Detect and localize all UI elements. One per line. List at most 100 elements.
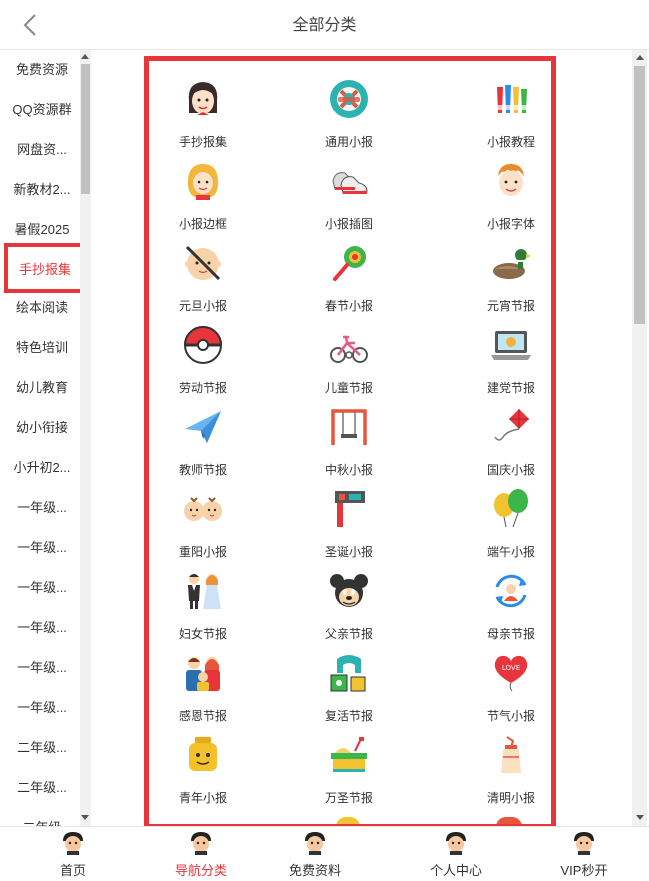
- twins-icon: [184, 497, 222, 521]
- sidebar-item[interactable]: 一年级...: [4, 528, 80, 568]
- grid-item[interactable]: 端午小报: [456, 481, 551, 563]
- sidebar-item[interactable]: 新教材2...: [4, 170, 80, 210]
- grid-item[interactable]: 国庆小报: [456, 399, 551, 481]
- grid-item-label: 春节小报: [324, 299, 373, 313]
- scroll-up-arrow-icon[interactable]: [81, 54, 89, 59]
- tab-label: VIP秒开: [560, 863, 608, 878]
- sidebar-scrollbar-thumb[interactable]: [81, 64, 90, 194]
- sidebar-item[interactable]: 一年级...: [4, 488, 80, 528]
- grid-item[interactable]: 通用小报: [294, 71, 404, 153]
- lego-head-icon: [189, 737, 217, 771]
- grid-item[interactable]: 元宵节报: [456, 235, 551, 317]
- category-sidebar: 免费资源 QQ资源群 网盘资... 新教材2... 暑假2025 手抄报集 绘本…: [0, 50, 92, 826]
- grid-item[interactable]: 复活节报: [294, 645, 404, 727]
- grid-item-label: 儿童节报: [324, 381, 373, 395]
- grid-item-label: 端午小报: [486, 545, 535, 559]
- grid-item-label: 小报边框: [178, 217, 227, 231]
- grid-item[interactable]: 小报字体: [456, 153, 551, 235]
- girl-face-icon: [188, 82, 218, 115]
- tab-navigation[interactable]: 导航分类: [146, 827, 256, 881]
- sidebar-item[interactable]: 一年级...: [4, 608, 80, 648]
- grid-item[interactable]: LOVE 节气小报: [456, 645, 551, 727]
- duck-icon: [493, 249, 531, 279]
- category-grid: 手抄报集 通用小报 小报教程 小报边框 小报插图 小报字体 元旦小报 春节小报 …: [144, 56, 556, 829]
- sidebar-item[interactable]: 幼儿教育: [4, 368, 80, 408]
- grid-item-label: 节气小报: [486, 709, 535, 723]
- tricycle-icon: [330, 335, 368, 363]
- scroll-down-arrow-icon[interactable]: [636, 815, 644, 820]
- sidebar-item[interactable]: 二年级: [4, 808, 80, 826]
- refresh-person-icon: [495, 574, 527, 608]
- grid-item[interactable]: 重阳小报: [149, 481, 258, 563]
- tab-free-materials[interactable]: 免费资料: [260, 827, 370, 881]
- sidebar-item[interactable]: 免费资源: [4, 50, 80, 90]
- grid-item-label: 清明小报: [486, 791, 535, 805]
- sidebar-item[interactable]: 一年级...: [4, 688, 80, 728]
- grid-item-label: 小报字体: [486, 217, 535, 231]
- love-balloon-icon: LOVE: [494, 655, 528, 692]
- laptop-icon: [491, 331, 531, 360]
- grid-item[interactable]: 小报教程: [456, 71, 551, 153]
- sidebar-item[interactable]: 二年级...: [4, 728, 80, 768]
- sidebar-item[interactable]: 网盘资...: [4, 130, 80, 170]
- page: 全部分类 免费资源 QQ资源群 网盘资... 新教材2... 暑假2025 手抄…: [0, 0, 649, 881]
- sidebar-item-active[interactable]: 手抄报集: [4, 243, 86, 293]
- grid-item-label: 小报教程: [486, 135, 535, 149]
- grid-item[interactable]: 青年小报: [149, 727, 258, 809]
- grid-item[interactable]: 万圣节报: [294, 727, 404, 809]
- grid-item[interactable]: 妇女节报: [149, 563, 258, 645]
- grid-item[interactable]: 小报插图: [294, 153, 404, 235]
- kite-icon: [494, 409, 529, 441]
- grid-item[interactable]: 春节小报: [294, 235, 404, 317]
- crayons-icon: [495, 85, 529, 113]
- grid-item[interactable]: 中秋小报: [294, 399, 404, 481]
- tab-profile[interactable]: 个人中心: [401, 827, 511, 881]
- grid-item[interactable]: 小报边框: [149, 153, 258, 235]
- tab-vip[interactable]: VIP秒开: [529, 827, 639, 881]
- tab-label: 免费资料: [288, 863, 341, 878]
- header: 全部分类: [0, 0, 649, 50]
- sidebar-item[interactable]: 绘本阅读: [4, 288, 80, 328]
- grid-item-label: 建党节报: [486, 381, 535, 395]
- grid-item[interactable]: 儿童节报: [294, 317, 404, 399]
- balloons-icon: [494, 489, 528, 528]
- grid-item-label: 元旦小报: [178, 299, 227, 313]
- sidebar-item[interactable]: 特色培训: [4, 328, 80, 368]
- sidebar-item[interactable]: 小升初2...: [4, 448, 80, 488]
- grid-item[interactable]: 手抄报集: [149, 71, 258, 153]
- sidebar-item[interactable]: 一年级...: [4, 568, 80, 608]
- grid-item[interactable]: 圣诞小报: [294, 481, 404, 563]
- grid-item-label: 中秋小报: [324, 463, 373, 477]
- baby-face-icon: [185, 245, 221, 281]
- sidebar-item[interactable]: QQ资源群: [4, 90, 80, 130]
- grid-item-label: 妇女节报: [178, 627, 227, 641]
- bottle-icon: [501, 736, 521, 773]
- avatar-icon: [305, 832, 325, 855]
- grid-item[interactable]: 教师节报: [149, 399, 258, 481]
- grid-item-label: 通用小报: [324, 135, 373, 149]
- pokeball-icon: [183, 326, 223, 364]
- scroll-down-arrow-icon[interactable]: [81, 815, 89, 820]
- tab-label: 导航分类: [174, 863, 227, 878]
- tab-home[interactable]: 首页: [18, 827, 128, 881]
- main-scrollbar-thumb[interactable]: [634, 66, 645, 324]
- scroll-up-arrow-icon[interactable]: [636, 55, 644, 60]
- grid-item-label: 父亲节报: [324, 627, 373, 641]
- page-title: 全部分类: [292, 17, 357, 34]
- couple-icon: [188, 574, 221, 609]
- grid-item[interactable]: 清明小报: [456, 727, 551, 809]
- grid-item-label: 小报插图: [324, 217, 373, 231]
- boy-face-icon: [498, 164, 524, 196]
- sidebar-item[interactable]: 幼小衔接: [4, 408, 80, 448]
- grid-item[interactable]: 元旦小报: [149, 235, 258, 317]
- grid-item[interactable]: 父亲节报: [294, 563, 404, 645]
- tab-label: 个人中心: [429, 863, 482, 878]
- sidebar-item[interactable]: 二年级...: [4, 768, 80, 808]
- grid-item[interactable]: 感恩节报: [149, 645, 258, 727]
- grid-item[interactable]: 建党节报: [456, 317, 551, 399]
- grid-item[interactable]: 劳动节报: [149, 317, 258, 399]
- grid-item[interactable]: 母亲节报: [456, 563, 551, 645]
- lifebuoy-icon: [330, 80, 368, 118]
- sidebar-item[interactable]: 一年级...: [4, 648, 80, 688]
- grid-item-label: 圣诞小报: [324, 545, 373, 559]
